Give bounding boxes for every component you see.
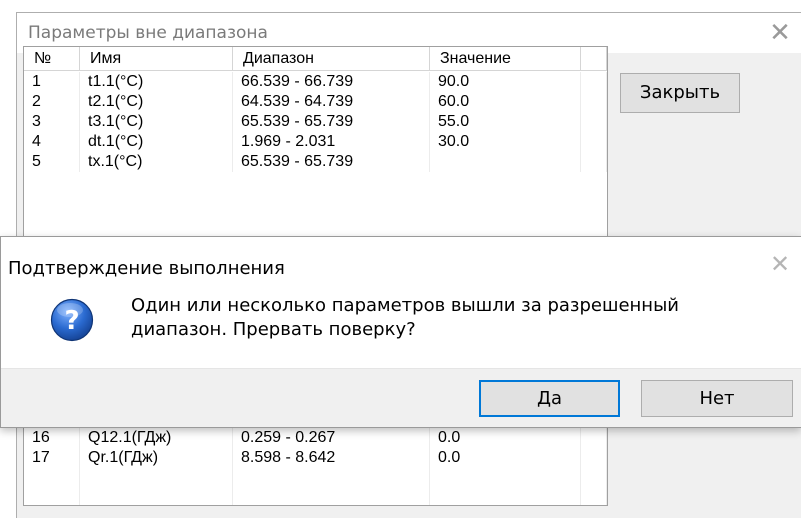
column-header-name[interactable]: Имя [80,47,233,71]
row-number: 17 [24,448,80,468]
table-row[interactable]: 1 t1.1(°C) 66.539 - 66.739 90.0 [24,72,607,92]
dialog-close-icon[interactable]: ✕ [765,249,795,279]
row-name: tх.1(°C) [80,152,233,172]
dialog-message-line1: Один или несколько параметров вышли за р… [131,295,679,316]
row-extra [581,152,607,172]
row-value: 0.0 [430,448,581,468]
row-extra [581,112,607,132]
row-value: 30.0 [430,132,581,152]
yes-button[interactable]: Да [479,380,620,417]
row-number: 16 [24,428,80,448]
list-rows-top: 1 t1.1(°C) 66.539 - 66.739 90.0 2 t2.1(°… [24,72,607,172]
dialog-message-line2: диапазон. Прервать поверку? [131,319,416,340]
row-name: t2.1(°C) [80,92,233,112]
column-header-range[interactable]: Диапазон [233,47,430,71]
row-range: 1.969 - 2.031 [233,132,430,152]
confirmation-dialog: Подтверждение выполнения ✕ ? Один или не… [0,236,801,428]
row-extra [581,92,607,112]
row-extra [581,448,607,468]
table-row[interactable]: 2 t2.1(°C) 64.539 - 64.739 60.0 [24,92,607,112]
window-title: Параметры вне диапазона [28,23,268,43]
row-value: 90.0 [430,72,581,92]
svg-text:?: ? [64,306,79,336]
row-extra [581,72,607,92]
row-extra [581,132,607,152]
table-row[interactable]: 16 Q12.1(ГДж) 0.259 - 0.267 0.0 [24,428,607,448]
list-rows-bottom: 16 Q12.1(ГДж) 0.259 - 0.267 0.0 17 Qr.1(… [24,428,607,468]
column-header-number[interactable]: № [24,47,80,71]
row-range: 8.598 - 8.642 [233,448,430,468]
row-number: 1 [24,72,80,92]
row-value: 55.0 [430,112,581,132]
table-row[interactable]: 4 dt.1(°C) 1.969 - 2.031 30.0 [24,132,607,152]
row-extra [581,428,607,448]
close-button[interactable]: Закрыть [620,73,740,113]
row-number: 4 [24,132,80,152]
row-name: dt.1(°C) [80,132,233,152]
row-name: Q12.1(ГДж) [80,428,233,448]
window-close-icon[interactable]: ✕ [763,16,797,50]
row-value [430,152,581,172]
row-range: 65.539 - 65.739 [233,112,430,132]
dialog-title: Подтверждение выполнения [8,258,285,279]
row-range: 65.539 - 65.739 [233,152,430,172]
list-empty-area [24,468,607,505]
row-number: 5 [24,152,80,172]
row-value: 0.0 [430,428,581,448]
dialog-message: Один или несколько параметров вышли за р… [131,294,781,342]
column-header-value[interactable]: Значение [430,47,581,71]
list-header: № Имя Диапазон Значение [24,47,607,71]
row-range: 64.539 - 64.739 [233,92,430,112]
column-header-extra[interactable] [581,47,607,71]
row-name: t3.1(°C) [80,112,233,132]
row-name: t1.1(°C) [80,72,233,92]
row-name: Qr.1(ГДж) [80,448,233,468]
row-value: 60.0 [430,92,581,112]
row-range: 0.259 - 0.267 [233,428,430,448]
table-row[interactable]: 3 t3.1(°C) 65.539 - 65.739 55.0 [24,112,607,132]
no-button[interactable]: Нет [641,380,793,417]
table-row[interactable]: 5 tх.1(°C) 65.539 - 65.739 [24,152,607,172]
table-row[interactable]: 17 Qr.1(ГДж) 8.598 - 8.642 0.0 [24,448,607,468]
row-number: 3 [24,112,80,132]
row-range: 66.539 - 66.739 [233,72,430,92]
row-number: 2 [24,92,80,112]
question-icon: ? [50,298,94,342]
